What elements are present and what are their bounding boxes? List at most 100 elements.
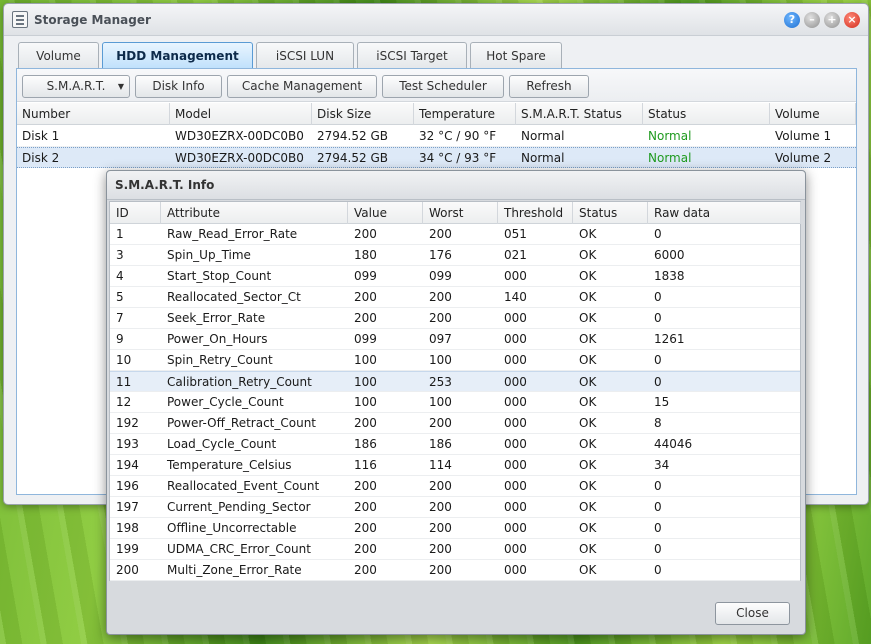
- attribute-name: Load_Cycle_Count: [167, 437, 277, 451]
- attribute-threshold: 000: [504, 500, 527, 514]
- column-volume[interactable]: Volume: [770, 103, 856, 125]
- attribute-threshold: 000: [504, 332, 527, 346]
- attribute-worst: 200: [429, 521, 452, 535]
- refresh-button[interactable]: Refresh: [509, 75, 589, 98]
- attribute-raw-data: 0: [654, 311, 662, 325]
- table-row[interactable]: 7 Seek_Error_Rate 200 200 000 OK 0: [110, 308, 800, 329]
- attribute-status: OK: [579, 311, 597, 325]
- table-row[interactable]: 12 Power_Cycle_Count 100 100 000 OK 15: [110, 392, 800, 413]
- table-row[interactable]: 194 Temperature_Celsius 116 114 000 OK 34: [110, 455, 800, 476]
- column-worst[interactable]: Worst: [423, 202, 498, 224]
- table-row[interactable]: 197 Current_Pending_Sector 200 200 000 OK 0: [110, 497, 800, 518]
- attribute-status: OK: [579, 542, 597, 556]
- table-row[interactable]: 196 Reallocated_Event_Count 200 200 000 OK 0: [110, 476, 800, 497]
- attribute-worst: 200: [429, 311, 452, 325]
- column-raw-data[interactable]: Raw data: [648, 202, 801, 224]
- close-icon[interactable]: ×: [844, 12, 860, 28]
- attribute-id: 198: [116, 521, 139, 535]
- attribute-name: Current_Pending_Sector: [167, 500, 311, 514]
- table-row[interactable]: 10 Spin_Retry_Count 100 100 000 OK 0: [110, 350, 800, 371]
- disk-info-button[interactable]: Disk Info: [135, 75, 222, 98]
- attribute-name: Spin_Retry_Count: [167, 353, 273, 367]
- attribute-value: 200: [354, 416, 377, 430]
- attribute-threshold: 000: [504, 416, 527, 430]
- attribute-raw-data: 0: [654, 563, 662, 577]
- attribute-id: 11: [116, 375, 132, 389]
- table-row[interactable]: 199 UDMA_CRC_Error_Count 200 200 000 OK 0: [110, 539, 800, 560]
- test-scheduler-button[interactable]: Test Scheduler: [382, 75, 504, 98]
- attribute-threshold: 000: [504, 437, 527, 451]
- attribute-value: 100: [354, 353, 377, 367]
- close-button[interactable]: Close: [715, 602, 790, 625]
- table-row[interactable]: 198 Offline_Uncorrectable 200 200 000 OK 0: [110, 518, 800, 539]
- maximize-icon[interactable]: +: [824, 12, 840, 28]
- attribute-raw-data: 0: [654, 479, 662, 493]
- column-temperature[interactable]: Temperature: [414, 103, 516, 125]
- table-row[interactable]: Disk 1 WD30EZRX-00DC0B0 2794.52 GB 32 °C…: [17, 126, 856, 147]
- smart-table-header: ID Attribute Value Worst Threshold Statu…: [110, 202, 801, 224]
- attribute-raw-data: 0: [654, 542, 662, 556]
- attribute-id: 3: [116, 248, 124, 262]
- attribute-status: OK: [579, 353, 597, 367]
- attribute-status: OK: [579, 458, 597, 472]
- attribute-name: Temperature_Celsius: [167, 458, 292, 472]
- table-row[interactable]: Disk 2 WD30EZRX-00DC0B0 2794.52 GB 34 °C…: [17, 147, 856, 168]
- column-model[interactable]: Model: [170, 103, 312, 125]
- disk-volume: Volume 2: [775, 151, 832, 165]
- dialog-title[interactable]: S.M.A.R.T. Info: [107, 171, 805, 200]
- table-row[interactable]: 1 Raw_Read_Error_Rate 200 200 051 OK 0: [110, 224, 800, 245]
- column-status[interactable]: Status: [643, 103, 770, 125]
- smart-table-body: 1 Raw_Read_Error_Rate 200 200 051 OK 0 3 Spin_Up…: [110, 224, 800, 581]
- column-value[interactable]: Value: [348, 202, 423, 224]
- attribute-raw-data: 1838: [654, 269, 685, 283]
- attribute-name: Reallocated_Sector_Ct: [167, 290, 301, 304]
- attribute-id: 192: [116, 416, 139, 430]
- attribute-status: OK: [579, 395, 597, 409]
- table-row[interactable]: 4 Start_Stop_Count 099 099 000 OK 1838: [110, 266, 800, 287]
- tab-volume[interactable]: Volume: [18, 42, 99, 69]
- help-icon[interactable]: ?: [784, 12, 800, 28]
- smart-dropdown-button[interactable]: S.M.A.R.T. ▼: [22, 75, 130, 98]
- chevron-down-icon: ▼: [117, 82, 124, 91]
- column-status[interactable]: Status: [573, 202, 648, 224]
- attribute-name: Power_On_Hours: [167, 332, 268, 346]
- attribute-id: 196: [116, 479, 139, 493]
- attribute-status: OK: [579, 479, 597, 493]
- attribute-value: 099: [354, 332, 377, 346]
- column-smart-status[interactable]: S.M.A.R.T. Status: [516, 103, 643, 125]
- attribute-value: 200: [354, 563, 377, 577]
- tab-iscsi-lun[interactable]: iSCSI LUN: [256, 42, 354, 69]
- attribute-worst: 200: [429, 227, 452, 241]
- attribute-id: 4: [116, 269, 124, 283]
- column-attribute[interactable]: Attribute: [161, 202, 348, 224]
- disk-status: Normal: [648, 129, 692, 143]
- attribute-name: Power-Off_Retract_Count: [167, 416, 317, 430]
- table-row[interactable]: 200 Multi_Zone_Error_Rate 200 200 000 OK 0: [110, 560, 800, 581]
- tab-hdd-management[interactable]: HDD Management: [102, 42, 253, 69]
- attribute-value: 200: [354, 227, 377, 241]
- disk-smart-status: Normal: [521, 151, 565, 165]
- attribute-id: 5: [116, 290, 124, 304]
- column-threshold[interactable]: Threshold: [498, 202, 573, 224]
- table-row[interactable]: 9 Power_On_Hours 099 097 000 OK 1261: [110, 329, 800, 350]
- table-row[interactable]: 193 Load_Cycle_Count 186 186 000 OK 44046: [110, 434, 800, 455]
- attribute-id: 193: [116, 437, 139, 451]
- table-row[interactable]: 11 Calibration_Retry_Count 100 253 000 OK 0: [110, 371, 800, 392]
- column-id[interactable]: ID: [110, 202, 161, 224]
- attribute-value: 200: [354, 521, 377, 535]
- tab-hot-spare[interactable]: Hot Spare: [470, 42, 562, 69]
- tab-iscsi-target[interactable]: iSCSI Target: [357, 42, 467, 69]
- minimize-icon[interactable]: –: [804, 12, 820, 28]
- window-titlebar[interactable]: Storage Manager ? – + ×: [4, 4, 868, 36]
- column-number[interactable]: Number: [17, 103, 170, 125]
- table-row[interactable]: 3 Spin_Up_Time 180 176 021 OK 6000: [110, 245, 800, 266]
- disk-volume: Volume 1: [775, 129, 832, 143]
- attribute-status: OK: [579, 521, 597, 535]
- attribute-worst: 200: [429, 290, 452, 304]
- attribute-value: 200: [354, 500, 377, 514]
- table-row[interactable]: 5 Reallocated_Sector_Ct 200 200 140 OK 0: [110, 287, 800, 308]
- attribute-raw-data: 34: [654, 458, 670, 472]
- table-row[interactable]: 192 Power-Off_Retract_Count 200 200 000 OK 8: [110, 413, 800, 434]
- cache-management-button[interactable]: Cache Management: [227, 75, 377, 98]
- column-disk-size[interactable]: Disk Size: [312, 103, 414, 125]
